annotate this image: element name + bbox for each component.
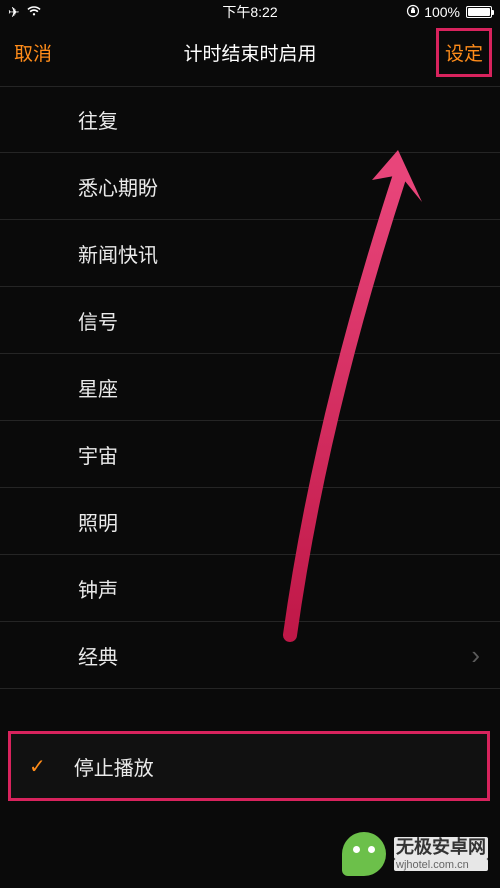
watermark-logo-icon bbox=[342, 832, 386, 876]
list-item-label: 信号 bbox=[78, 306, 118, 335]
status-bar: ✈ 下午8:22 100% bbox=[0, 0, 500, 24]
set-button[interactable]: 设定 bbox=[445, 44, 483, 65]
list-item-label: 照明 bbox=[78, 507, 118, 536]
list-item[interactable]: 往复 bbox=[0, 86, 500, 153]
list-item[interactable]: 照明 bbox=[0, 488, 500, 555]
list-item-label: 往复 bbox=[78, 105, 118, 134]
stop-playing-label: 停止播放 bbox=[74, 752, 154, 781]
orientation-lock-icon bbox=[406, 4, 420, 21]
list-item-label: 钟声 bbox=[78, 574, 118, 603]
list-item[interactable]: 宇宙 bbox=[0, 421, 500, 488]
check-icon: ✓ bbox=[29, 754, 46, 779]
list-item-label: 新闻快讯 bbox=[78, 239, 158, 268]
set-button-highlight: 设定 bbox=[436, 28, 492, 77]
page-title: 计时结束时启用 bbox=[183, 39, 316, 66]
status-time: 下午8:22 bbox=[222, 2, 277, 22]
airplane-icon: ✈ bbox=[8, 4, 20, 21]
battery-icon bbox=[466, 6, 492, 18]
stop-playing-row[interactable]: ✓ 停止播放 bbox=[8, 731, 490, 801]
battery-pct: 100% bbox=[424, 4, 460, 20]
cancel-button[interactable]: 取消 bbox=[14, 39, 52, 66]
list-item-label: 星座 bbox=[78, 373, 118, 402]
list-item[interactable]: 星座 bbox=[0, 354, 500, 421]
nav-bar: 取消 计时结束时启用 设定 bbox=[0, 24, 500, 80]
list-item[interactable]: 新闻快讯 bbox=[0, 220, 500, 287]
sound-list[interactable]: 往复悉心期盼新闻快讯信号星座宇宙照明钟声经典 › bbox=[0, 86, 500, 689]
list-item[interactable]: 信号 bbox=[0, 287, 500, 354]
chevron-right-icon: › bbox=[471, 640, 480, 671]
list-item[interactable]: 钟声 bbox=[0, 555, 500, 622]
watermark-main: 无极安卓网 bbox=[394, 837, 488, 859]
watermark: 无极安卓网 wjhotel.com.cn bbox=[342, 832, 488, 876]
list-item[interactable]: 悉心期盼 bbox=[0, 153, 500, 220]
watermark-sub: wjhotel.com.cn bbox=[394, 859, 488, 871]
list-item-label: 经典 bbox=[78, 641, 118, 670]
list-item-label: 宇宙 bbox=[78, 440, 118, 469]
wifi-icon bbox=[26, 4, 42, 20]
list-item[interactable]: 经典 › bbox=[0, 622, 500, 689]
list-item-label: 悉心期盼 bbox=[78, 172, 158, 201]
